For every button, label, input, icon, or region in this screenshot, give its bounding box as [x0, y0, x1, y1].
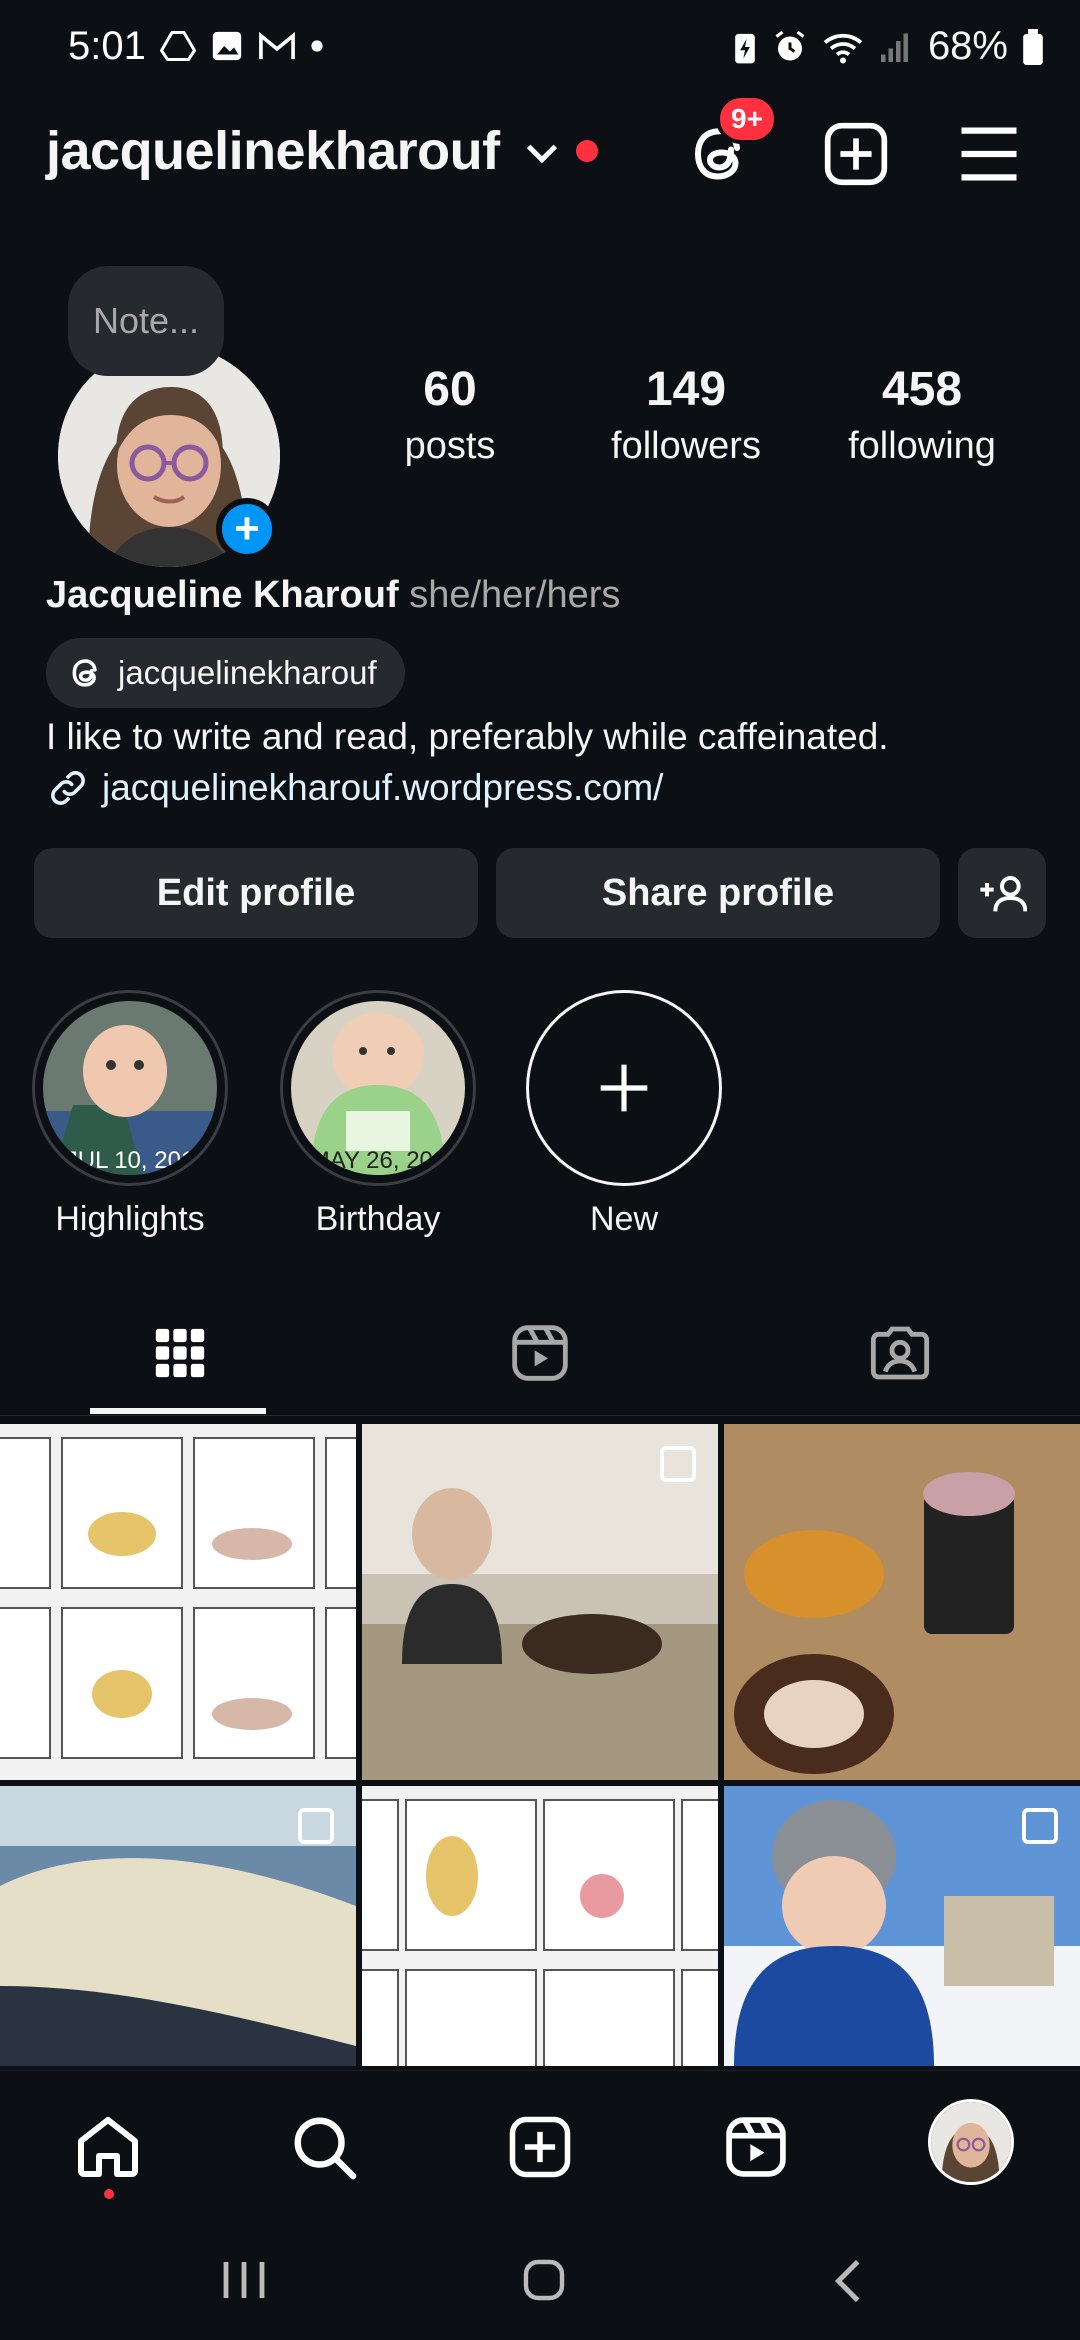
threads-button[interactable]: 9+ [686, 94, 778, 190]
full-name: Jacqueline Kharouf [46, 574, 399, 616]
battery-percent: 68% [927, 24, 1008, 68]
threads-profile-pill[interactable]: jacquelinekharouf [46, 638, 405, 708]
alarm-icon [775, 30, 805, 60]
posts-label: posts [404, 425, 496, 467]
dot-icon [311, 40, 323, 52]
plus-icon: + [234, 504, 260, 553]
post-thumbnail[interactable] [724, 1424, 1080, 1780]
tab-posts-grid[interactable] [0, 1290, 360, 1416]
pronouns: she/her/hers [409, 574, 621, 616]
reels-icon [512, 1325, 568, 1381]
highlight-ring: MAY 26, 201 [280, 990, 476, 1186]
home-icon [78, 2117, 138, 2177]
notification-badge: 9+ [716, 94, 778, 144]
threads-handle: jacquelinekharouf [118, 654, 377, 691]
profile-avatar [931, 2102, 1011, 2182]
status-time: 5:01 [68, 24, 146, 68]
gmail-icon [259, 31, 295, 60]
signal-icon [880, 33, 908, 62]
bio-link-text: jacquelinekharouf.wordpress.com/ [102, 767, 664, 808]
following-stat[interactable]: 458 following [822, 362, 1022, 468]
system-navigation-bar [0, 2218, 1080, 2340]
threads-icon [72, 659, 97, 687]
post-image [0, 1424, 356, 1780]
followers-count: 149 [645, 363, 727, 416]
battery-saver-icon [735, 33, 755, 63]
battery-icon [1023, 28, 1043, 65]
following-count: 458 [881, 363, 963, 416]
nav-create[interactable] [500, 2107, 580, 2187]
highlight-item[interactable]: JUL 10, 201 Highlights [32, 990, 228, 1239]
post-thumbnail[interactable] [0, 1424, 356, 1780]
tab-reels[interactable] [360, 1290, 720, 1416]
profile-tabs [0, 1290, 1080, 1416]
status-notification-icons [160, 28, 324, 64]
nav-home[interactable] [68, 2107, 148, 2199]
post-image [362, 1786, 718, 2066]
unread-dot [576, 140, 598, 162]
share-profile-button[interactable]: Share profile [496, 848, 940, 938]
back-icon[interactable] [830, 2256, 870, 2306]
tagged-icon [870, 1326, 930, 1380]
multiple-posts-icon [298, 1808, 334, 1844]
home-notification-dot [104, 2189, 114, 2199]
bio-link[interactable]: jacquelinekharouf.wordpress.com/ [46, 766, 663, 810]
add-story-button[interactable]: + [216, 498, 278, 560]
multiple-posts-icon [1022, 1808, 1058, 1844]
highlight-label: Birthday [315, 1200, 441, 1238]
reels-icon [726, 2117, 786, 2177]
posts-stat[interactable]: 60 posts [350, 362, 550, 468]
plus-icon [600, 1064, 648, 1112]
post-thumbnail[interactable] [362, 1424, 718, 1780]
home-button-icon[interactable] [520, 2256, 568, 2304]
profile-username[interactable]: jacquelinekharouf [46, 120, 500, 182]
create-icon[interactable] [822, 120, 890, 188]
followers-stat[interactable]: 149 followers [586, 362, 786, 468]
new-highlight-ring [526, 990, 722, 1186]
nav-search[interactable] [284, 2107, 364, 2187]
recent-apps-icon[interactable] [218, 2258, 270, 2302]
add-person-icon [980, 876, 1027, 912]
wifi-icon [823, 33, 863, 63]
nav-reels[interactable] [716, 2107, 796, 2187]
discover-people-button[interactable] [958, 848, 1046, 938]
post-thumbnail[interactable] [0, 1786, 356, 2066]
post-thumbnail[interactable] [362, 1786, 718, 2066]
post-image [724, 1424, 1080, 1780]
post-thumbnail[interactable] [724, 1786, 1080, 2066]
followers-label: followers [611, 425, 761, 467]
note-bubble[interactable]: Note... [68, 266, 224, 376]
nav-profile[interactable] [928, 2099, 1014, 2185]
grid-icon [155, 1328, 205, 1378]
chevron-down-icon[interactable] [522, 138, 562, 168]
active-tab-indicator [90, 1408, 266, 1414]
highlight-date: JUL 10, 201 [65, 1147, 195, 1174]
gallery-icon [212, 31, 242, 61]
status-bar: 5:01 68% [0, 0, 1080, 96]
link-icon [51, 771, 85, 805]
highlight-ring: JUL 10, 201 [32, 990, 228, 1186]
menu-icon[interactable] [956, 122, 1022, 186]
posts-count: 60 [423, 363, 477, 416]
search-icon [294, 2117, 357, 2180]
new-highlight[interactable]: New [526, 990, 722, 1239]
highlight-item[interactable]: MAY 26, 201 Birthday [280, 990, 476, 1239]
profile-name-row: Jacqueline Kharouf she/her/hers [46, 574, 620, 617]
create-icon [509, 2116, 571, 2178]
bottom-navigation [0, 2070, 1080, 2218]
highlight-label: Highlights [55, 1200, 205, 1238]
following-label: following [848, 425, 996, 467]
edit-profile-button[interactable]: Edit profile [34, 848, 478, 938]
tab-tagged[interactable] [720, 1290, 1080, 1416]
bio-text: I like to write and read, preferably whi… [46, 716, 889, 757]
multiple-posts-icon [660, 1446, 696, 1482]
drive-icon [160, 31, 196, 61]
status-system-icons: 68% [732, 24, 1044, 69]
highlight-date: MAY 26, 201 [309, 1147, 447, 1174]
highlight-label: New [589, 1200, 659, 1238]
